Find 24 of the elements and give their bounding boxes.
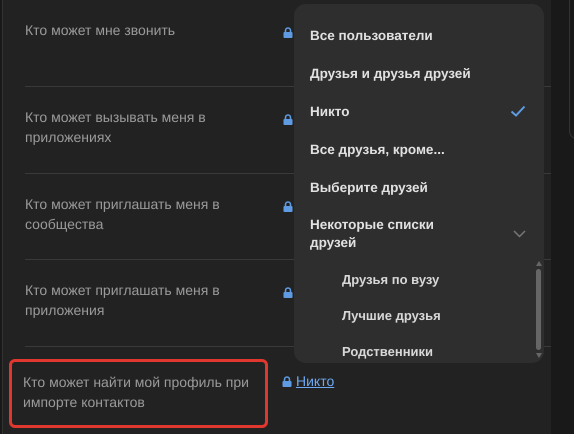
scroll-down-arrow-icon[interactable] — [536, 353, 542, 358]
setting-label: Кто может мне звонить — [25, 21, 176, 40]
lock-icon — [283, 114, 293, 125]
menu-suboption[interactable]: Лучшие друзья — [342, 298, 544, 334]
menu-option[interactable]: Никто — [294, 92, 544, 130]
menu-option[interactable]: Выберите друзей — [294, 168, 544, 206]
menu-option[interactable]: Все друзья, кроме... — [294, 130, 544, 168]
lock-icon — [283, 27, 293, 38]
menu-option[interactable]: Друзья и друзья друзей — [294, 54, 544, 92]
setting-label: Кто может приглашать меня в приложения — [25, 281, 221, 320]
setting-label: Кто может найти мой профиль при импорте контактов — [23, 373, 250, 412]
privacy-value-link[interactable]: Никто — [296, 373, 334, 390]
scrollbar-thumb[interactable] — [536, 269, 541, 350]
lock-icon — [283, 200, 293, 212]
lock-icon — [282, 376, 292, 387]
menu-group[interactable]: Некоторые списки друзей — [294, 206, 544, 262]
setting-label: Кто может приглашать меня в сообщества — [25, 194, 221, 234]
setting-label: Кто может вызывать меня в приложениях — [25, 108, 207, 147]
menu-suboption[interactable]: Друзья по вузу — [342, 262, 544, 298]
chevron-icon — [513, 230, 526, 238]
menu-option[interactable]: Все пользователи — [294, 16, 544, 54]
scroll-up-arrow-icon[interactable] — [536, 261, 542, 266]
menu-suboption[interactable]: Родственники — [342, 334, 544, 363]
lock-icon — [283, 287, 293, 298]
